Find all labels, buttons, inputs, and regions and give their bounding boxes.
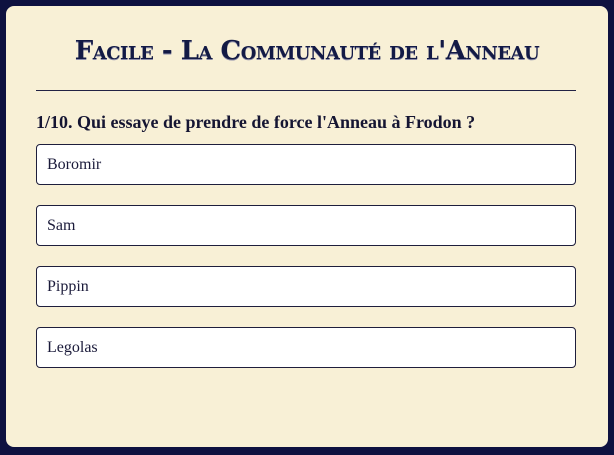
answer-option-boromir[interactable]: Boromir [36,144,576,185]
answer-option-sam[interactable]: Sam [36,205,576,246]
quiz-title: Facile - La Communauté de l'Anneau [74,36,540,66]
title-divider [36,90,576,91]
answer-option-legolas[interactable]: Legolas [36,327,576,368]
question-text: 1/10. Qui essaye de prendre de force l'A… [36,112,476,132]
quiz-card: Facile - La Communauté de l'Anneau 1/10.… [6,6,608,447]
answer-option-pippin[interactable]: Pippin [36,266,576,307]
